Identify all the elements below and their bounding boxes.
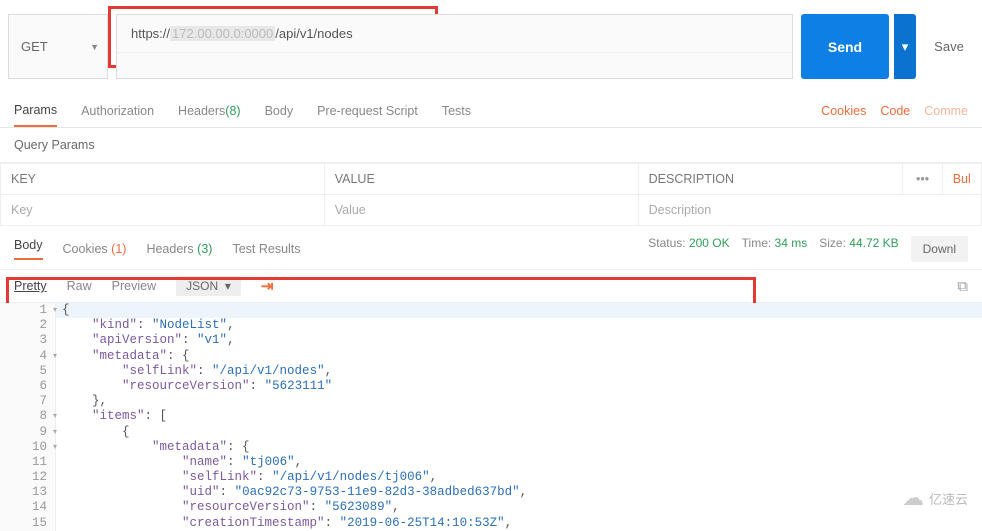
time-badge: Time: 34 ms (742, 236, 808, 262)
response-tabs: Body Cookies (1) Headers (3) Test Result… (0, 226, 982, 269)
http-method-select[interactable]: GET ▼ (8, 14, 108, 79)
resp-tab-headers[interactable]: Headers (3) (146, 242, 212, 256)
code-line: 3 "apiVersion": "v1", (0, 333, 982, 348)
code-line: 9 { (0, 425, 982, 440)
code-line: 12 "selfLink": "/api/v1/nodes/tj006", (0, 470, 982, 485)
code-line: 14 "resourceVersion": "5623089", (0, 500, 982, 515)
col-key: KEY (1, 164, 325, 195)
view-pretty[interactable]: Pretty (14, 279, 47, 293)
chevron-down-icon: ▼ (90, 42, 99, 52)
wrap-icon[interactable]: ⇥ (261, 277, 274, 295)
url-subrow (117, 52, 792, 78)
url-input-container: https://172.00.00.0:0000/api/v1/nodes (116, 14, 793, 79)
download-button[interactable]: Downl (911, 236, 968, 262)
resp-tab-body[interactable]: Body (14, 238, 43, 260)
value-input[interactable]: Value (324, 195, 638, 226)
code-line: 1{ (0, 303, 982, 318)
send-button[interactable]: Send (801, 14, 889, 79)
tab-tests[interactable]: Tests (442, 94, 471, 127)
query-params-title: Query Params (0, 128, 982, 163)
footer-brand: ☁ 亿速云 (902, 485, 968, 511)
code-line: 6 "resourceVersion": "5623111" (0, 379, 982, 394)
resp-tab-cookies[interactable]: Cookies (1) (63, 242, 127, 256)
send-dropdown[interactable]: ▾ (894, 14, 916, 79)
table-row: Key Value Description (1, 195, 982, 226)
tab-body[interactable]: Body (265, 94, 294, 127)
resp-tab-testresults[interactable]: Test Results (232, 242, 300, 256)
code-line: 11 "name": "tj006", (0, 455, 982, 470)
response-view-bar: Pretty Raw Preview JSON ▾ ⇥ ⧉ (0, 269, 982, 303)
code-line: 5 "selfLink": "/api/v1/nodes", (0, 364, 982, 379)
code-line: 4 "metadata": { (0, 349, 982, 364)
size-badge: Size: 44.72 KB (819, 236, 898, 262)
url-input[interactable]: https://172.00.00.0:0000/api/v1/nodes (117, 15, 792, 52)
code-line: 2 "kind": "NodeList", (0, 318, 982, 333)
request-bar: GET ▼ https://172.00.00.0:0000/api/v1/no… (0, 0, 982, 94)
request-tabs: Params Authorization Headers (8) Body Pr… (0, 94, 982, 128)
query-params-table: KEY VALUE DESCRIPTION ••• Bul Key Value … (0, 163, 982, 226)
link-comments[interactable]: Comme (924, 104, 968, 118)
description-input[interactable]: Description (638, 195, 981, 226)
col-more-icon[interactable]: ••• (903, 164, 942, 195)
view-preview[interactable]: Preview (112, 279, 156, 293)
method-label: GET (21, 39, 48, 54)
tab-headers[interactable]: Headers (8) (178, 94, 241, 127)
code-line: 7 }, (0, 394, 982, 409)
format-select[interactable]: JSON ▾ (176, 276, 241, 296)
view-raw[interactable]: Raw (67, 279, 92, 293)
cloud-icon: ☁ (902, 485, 924, 511)
tab-authorization[interactable]: Authorization (81, 94, 154, 127)
link-cookies[interactable]: Cookies (821, 104, 866, 118)
save-button[interactable]: Save (924, 14, 974, 79)
status-badge: Status: 200 OK (648, 236, 729, 262)
tab-prerequest[interactable]: Pre-request Script (317, 94, 418, 127)
code-line: 8 "items": [ (0, 409, 982, 424)
bulk-edit-link[interactable]: Bul (942, 164, 981, 195)
code-line: 10 "metadata": { (0, 440, 982, 455)
link-code[interactable]: Code (880, 104, 910, 118)
tab-params[interactable]: Params (14, 94, 57, 127)
code-line: 13 "uid": "0ac92c73-9753-11e9-82d3-38adb… (0, 485, 982, 500)
key-input[interactable]: Key (1, 195, 325, 226)
copy-icon[interactable]: ⧉ (957, 278, 968, 295)
col-description: DESCRIPTION (638, 164, 903, 195)
col-value: VALUE (324, 164, 638, 195)
response-body-viewer[interactable]: 1{2 "kind": "NodeList",3 "apiVersion": "… (0, 303, 982, 531)
code-line: 15 "creationTimestamp": "2019-06-25T14:1… (0, 516, 982, 531)
